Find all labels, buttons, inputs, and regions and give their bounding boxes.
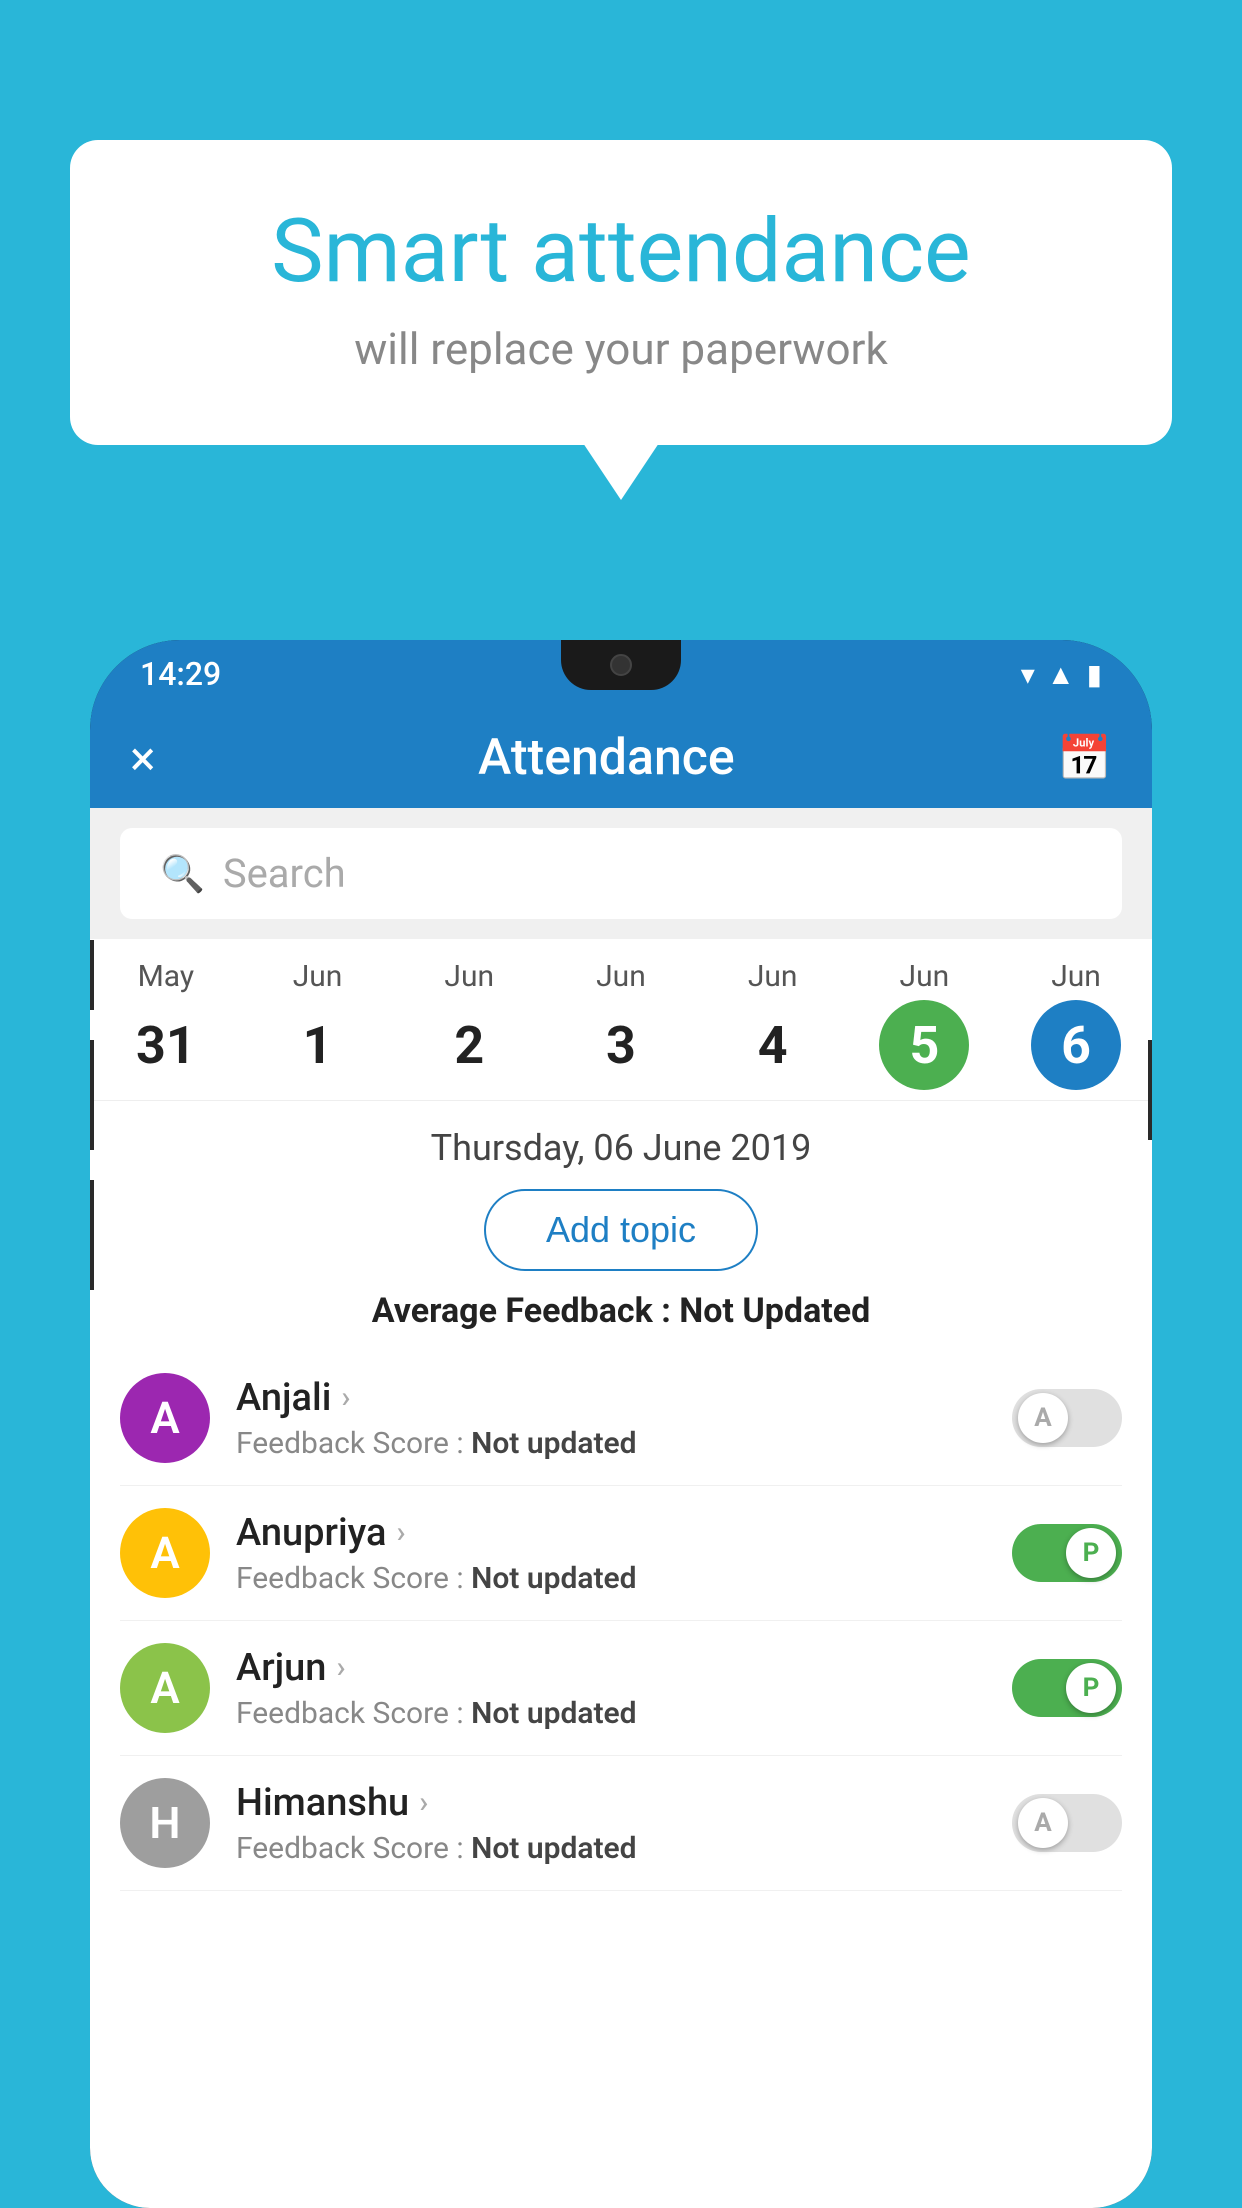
phone-frame: 14:29 ▾ ▲ ▮ × Attendance 📅 🔍 Search May 3… xyxy=(90,640,1152,2208)
bubble-subtitle: will replace your paperwork xyxy=(150,323,1092,375)
status-time: 14:29 xyxy=(140,655,221,693)
student-name[interactable]: Anupriya › xyxy=(236,1511,986,1555)
power-button xyxy=(1148,1040,1152,1140)
search-container: 🔍 Search xyxy=(90,808,1152,939)
volume-button-top xyxy=(90,940,94,1010)
chevron-icon: › xyxy=(336,1650,345,1685)
toggle-knob: P xyxy=(1066,1528,1116,1578)
avg-feedback-value: Not Updated xyxy=(679,1291,870,1331)
student-avatar: A xyxy=(120,1643,210,1733)
feedback-score: Feedback Score : Not updated xyxy=(236,1831,986,1866)
front-camera xyxy=(610,654,632,676)
header-title: Attendance xyxy=(478,729,735,787)
calendar-day-4[interactable]: Jun 4 xyxy=(728,959,818,1090)
calendar-day-5[interactable]: Jun 5 xyxy=(879,959,969,1090)
speech-bubble: Smart attendance will replace your paper… xyxy=(70,140,1172,445)
cal-month: Jun xyxy=(596,959,646,994)
search-input[interactable]: Search xyxy=(223,850,346,897)
student-avatar: A xyxy=(120,1373,210,1463)
student-avatar: A xyxy=(120,1508,210,1598)
student-name[interactable]: Himanshu › xyxy=(236,1781,986,1825)
attendance-toggle[interactable]: P xyxy=(1012,1659,1122,1717)
calendar-day-3[interactable]: Jun 3 xyxy=(576,959,666,1090)
attendance-toggle-container: P xyxy=(1012,1659,1122,1717)
search-bar[interactable]: 🔍 Search xyxy=(120,828,1122,919)
add-topic-button[interactable]: Add topic xyxy=(484,1189,758,1271)
cal-month: May xyxy=(138,959,194,994)
cal-date: 1 xyxy=(273,1000,363,1090)
attendance-toggle-container: A xyxy=(1012,1794,1122,1852)
calendar-day-31[interactable]: May 31 xyxy=(121,959,211,1090)
calendar-icon[interactable]: 📅 xyxy=(1057,732,1112,784)
toggle-knob: P xyxy=(1066,1663,1116,1713)
average-feedback: Average Feedback : Not Updated xyxy=(90,1291,1152,1351)
cal-month: Jun xyxy=(1051,959,1101,994)
cal-month: Jun xyxy=(748,959,798,994)
bubble-title: Smart attendance xyxy=(150,200,1092,303)
student-item: A Anjali › Feedback Score : Not updated A xyxy=(120,1351,1122,1486)
calendar-day-2[interactable]: Jun 2 xyxy=(424,959,514,1090)
app-header: × Attendance 📅 xyxy=(90,708,1152,808)
student-avatar: H xyxy=(120,1778,210,1868)
avg-feedback-label: Average Feedback : xyxy=(372,1291,671,1331)
calendar-day-6[interactable]: Jun 6 xyxy=(1031,959,1121,1090)
student-item: A Anupriya › Feedback Score : Not updated P xyxy=(120,1486,1122,1621)
cal-month: Jun xyxy=(900,959,950,994)
student-name[interactable]: Arjun › xyxy=(236,1646,986,1690)
cal-date: 31 xyxy=(121,1000,211,1090)
signal-icon: ▲ xyxy=(1047,658,1075,691)
status-icons: ▾ ▲ ▮ xyxy=(1021,658,1102,691)
phone-screen: 🔍 Search May 31 Jun 1 Jun 2 Jun 3 Jun 4 Jun 5 Jun 6 T… xyxy=(90,808,1152,2208)
volume-button-down xyxy=(90,1180,94,1290)
attendance-toggle-container: A xyxy=(1012,1389,1122,1447)
student-list: AAnjali ›Feedback Score : Not updatedAAA… xyxy=(90,1351,1152,1891)
student-info: Arjun › Feedback Score : Not updated xyxy=(236,1646,986,1731)
chevron-icon: › xyxy=(419,1785,428,1820)
volume-button-up xyxy=(90,1040,94,1150)
student-item: A Arjun › Feedback Score : Not updated P xyxy=(120,1621,1122,1756)
speech-bubble-container: Smart attendance will replace your paper… xyxy=(70,140,1172,445)
wifi-icon: ▾ xyxy=(1021,658,1035,691)
search-icon: 🔍 xyxy=(160,853,205,895)
cal-date: 3 xyxy=(576,1000,666,1090)
cal-date: 6 xyxy=(1031,1000,1121,1090)
student-info: Anupriya › Feedback Score : Not updated xyxy=(236,1511,986,1596)
battery-icon: ▮ xyxy=(1087,658,1102,691)
add-topic-container: Add topic xyxy=(90,1179,1152,1291)
chevron-icon: › xyxy=(396,1515,405,1550)
feedback-score: Feedback Score : Not updated xyxy=(236,1561,986,1596)
calendar-day-1[interactable]: Jun 1 xyxy=(273,959,363,1090)
calendar-strip: May 31 Jun 1 Jun 2 Jun 3 Jun 4 Jun 5 Jun 6 xyxy=(90,939,1152,1101)
student-info: Anjali › Feedback Score : Not updated xyxy=(236,1376,986,1461)
student-info: Himanshu › Feedback Score : Not updated xyxy=(236,1781,986,1866)
date-display: Thursday, 06 June 2019 xyxy=(90,1101,1152,1179)
student-name[interactable]: Anjali › xyxy=(236,1376,986,1420)
toggle-knob: A xyxy=(1018,1393,1068,1443)
cal-date: 5 xyxy=(879,1000,969,1090)
student-item: H Himanshu › Feedback Score : Not updated A xyxy=(120,1756,1122,1891)
toggle-knob: A xyxy=(1018,1798,1068,1848)
cal-date: 4 xyxy=(728,1000,818,1090)
close-button[interactable]: × xyxy=(130,730,156,787)
feedback-score: Feedback Score : Not updated xyxy=(236,1696,986,1731)
feedback-score: Feedback Score : Not updated xyxy=(236,1426,986,1461)
cal-month: Jun xyxy=(293,959,343,994)
cal-month: Jun xyxy=(444,959,494,994)
attendance-toggle[interactable]: A xyxy=(1012,1794,1122,1852)
notch xyxy=(561,640,681,690)
status-bar: 14:29 ▾ ▲ ▮ xyxy=(90,640,1152,708)
attendance-toggle-container: P xyxy=(1012,1524,1122,1582)
attendance-toggle[interactable]: A xyxy=(1012,1389,1122,1447)
chevron-icon: › xyxy=(341,1380,350,1415)
cal-date: 2 xyxy=(424,1000,514,1090)
attendance-toggle[interactable]: P xyxy=(1012,1524,1122,1582)
